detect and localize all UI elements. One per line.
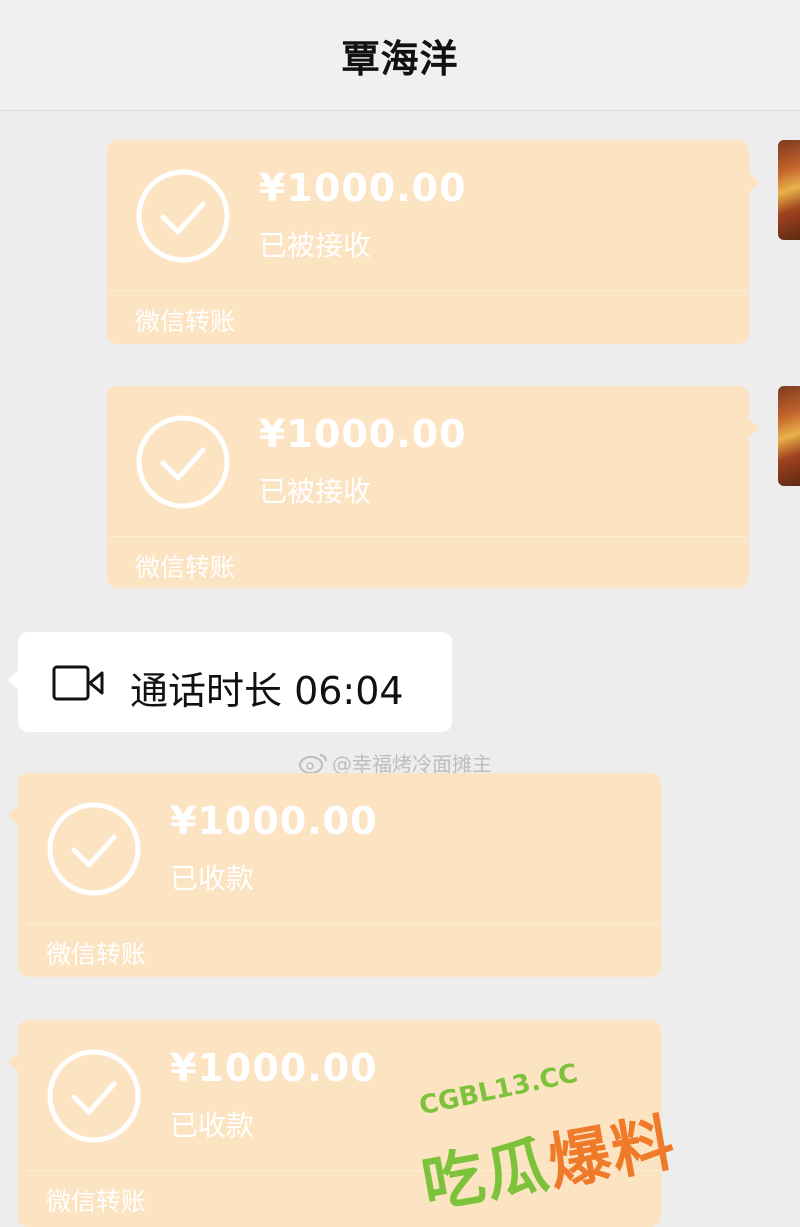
- transfer-footer: 微信转账: [135, 553, 236, 582]
- check-circle-icon: [47, 1049, 141, 1143]
- transfer-status: 已收款: [170, 1109, 255, 1142]
- transfer-message-3[interactable]: ¥1000.00 已收款 微信转账: [8, 773, 661, 977]
- transfer-amount: ¥1000.00: [259, 412, 467, 456]
- transfer-message-2[interactable]: ¥1000.00 已被接收 微信转账: [107, 386, 759, 588]
- transfer-status: 已被接收: [259, 475, 372, 508]
- transfer-footer: 微信转账: [46, 940, 147, 969]
- transfer-footer: 微信转账: [135, 307, 236, 336]
- call-duration-label: 通话时长 06:04: [130, 669, 404, 713]
- avatar[interactable]: [778, 140, 800, 240]
- check-circle-icon: [47, 802, 141, 896]
- transfer-status: 已收款: [170, 862, 255, 895]
- weibo-icon: [299, 753, 327, 774]
- transfer-amount: ¥1000.00: [259, 166, 467, 210]
- transfer-message-1[interactable]: ¥1000.00 已被接收 微信转账: [107, 140, 759, 344]
- video-call-message[interactable]: 通话时长 06:04: [8, 632, 452, 732]
- chat-header: 覃海洋: [0, 0, 800, 111]
- transfer-amount: ¥1000.00: [170, 799, 378, 843]
- transfer-status: 已被接收: [259, 229, 372, 262]
- watermark-chars-green: 吃瓜: [416, 1127, 556, 1222]
- transfer-footer: 微信转账: [46, 1187, 147, 1216]
- contact-name: 覃海洋: [341, 36, 459, 81]
- video-camera-icon: [52, 665, 104, 701]
- site-watermark-logo: CGBL13.CC 吃瓜爆料: [410, 1059, 682, 1222]
- avatar[interactable]: [778, 386, 800, 486]
- check-circle-icon: [136, 415, 230, 509]
- check-circle-icon: [136, 169, 230, 263]
- transfer-amount: ¥1000.00: [170, 1046, 378, 1090]
- watermark-chars-orange: 爆料: [542, 1105, 682, 1200]
